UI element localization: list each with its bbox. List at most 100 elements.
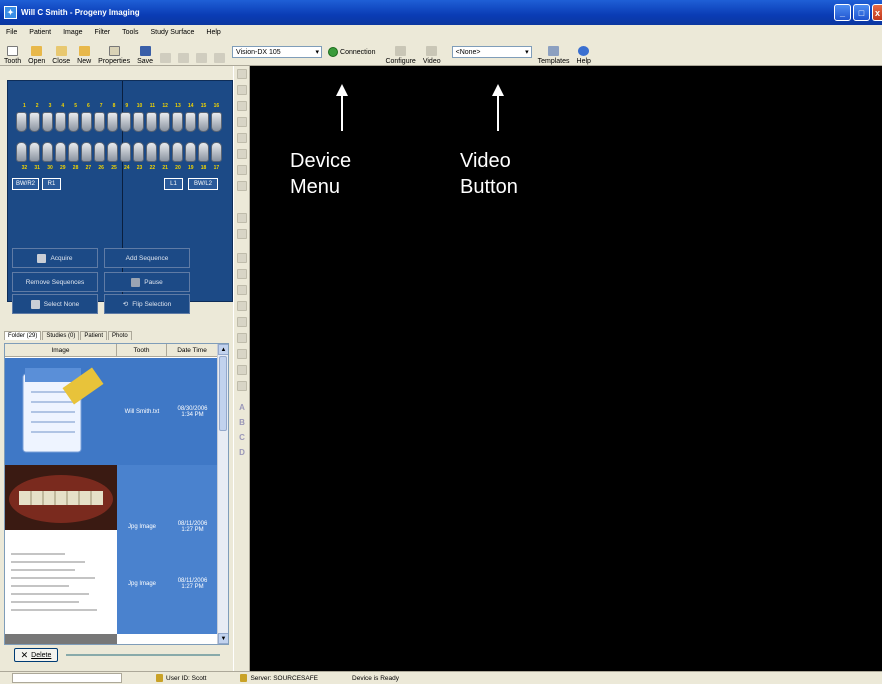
tooth-icon[interactable] — [55, 142, 66, 162]
tooth-number[interactable]: 3 — [44, 103, 57, 109]
tooth-icon[interactable] — [29, 112, 40, 132]
tooth-icon[interactable] — [94, 112, 105, 132]
bitewing-r1-button[interactable]: R1 — [42, 178, 61, 190]
tooth-icon[interactable] — [159, 112, 170, 132]
rotate-left-button[interactable] — [196, 40, 208, 65]
redo-button[interactable] — [178, 40, 190, 65]
tooth-icon[interactable] — [198, 142, 209, 162]
tooth-number[interactable]: 5 — [69, 103, 82, 109]
tool-pan-icon[interactable] — [237, 101, 247, 111]
tool-select-icon[interactable] — [237, 69, 247, 79]
tooth-number[interactable]: 2 — [31, 103, 44, 109]
tooth-icon[interactable] — [211, 142, 222, 162]
scroll-thumb[interactable] — [219, 356, 227, 431]
tooth-number[interactable]: 28 — [69, 165, 82, 171]
column-header-date[interactable]: Date Time — [167, 344, 218, 356]
tooth-icon[interactable] — [42, 112, 53, 132]
tool-sharpen-icon[interactable] — [237, 149, 247, 159]
bitewing-l2-button[interactable]: BW/L2 — [188, 178, 218, 190]
tooth-icon[interactable] — [185, 112, 196, 132]
tooth-number[interactable]: 7 — [95, 103, 108, 109]
tooth-number[interactable]: 12 — [159, 103, 172, 109]
tooth-number[interactable]: 20 — [172, 165, 185, 171]
tool-measure-icon[interactable] — [237, 213, 247, 223]
layout-a-button[interactable]: A — [237, 403, 247, 412]
scroll-up-icon[interactable]: ▲ — [218, 344, 228, 355]
column-header-image[interactable]: Image — [5, 344, 117, 356]
column-header-tooth[interactable]: Tooth — [117, 344, 167, 356]
tooth-icon[interactable] — [42, 142, 53, 162]
tooth-icon[interactable] — [94, 142, 105, 162]
menu-filter[interactable]: Filter — [95, 29, 111, 36]
tool-zoom-icon[interactable] — [237, 85, 247, 95]
tooth-icon[interactable] — [120, 112, 131, 132]
tooth-icon[interactable] — [172, 142, 183, 162]
tooth-number[interactable]: 18 — [197, 165, 210, 171]
properties-button[interactable]: Properties — [98, 40, 130, 65]
new-button[interactable]: New — [77, 40, 91, 65]
tool-pencil-icon[interactable] — [237, 301, 247, 311]
tool-angle-icon[interactable] — [237, 285, 247, 295]
tooth-number[interactable]: 4 — [56, 103, 69, 109]
tooth-icon[interactable] — [16, 112, 27, 132]
template-select[interactable]: <None> ▾ — [451, 46, 532, 58]
undo-button[interactable] — [160, 40, 172, 65]
table-row[interactable]: Will Smith.txt 08/30/2006 1:34 PM — [5, 358, 218, 465]
templates-button[interactable]: Templates — [538, 40, 570, 65]
bitewing-l1-button[interactable]: L1 — [164, 178, 183, 190]
tooth-number[interactable]: 22 — [146, 165, 159, 171]
tooth-number[interactable]: 19 — [184, 165, 197, 171]
tooth-icon[interactable] — [146, 112, 157, 132]
close-file-button[interactable]: Close — [52, 40, 70, 65]
tooth-number[interactable]: 26 — [95, 165, 108, 171]
tooth-icon[interactable] — [211, 112, 222, 132]
tooth-icon[interactable] — [185, 142, 196, 162]
layout-c-button[interactable]: C — [237, 433, 247, 442]
menu-tools[interactable]: Tools — [122, 29, 138, 36]
tooth-number[interactable]: 14 — [184, 103, 197, 109]
select-none-button[interactable]: Select None — [12, 294, 98, 314]
tooth-number[interactable]: 17 — [210, 165, 223, 171]
tooth-number[interactable]: 23 — [133, 165, 146, 171]
tooth-button[interactable]: Tooth — [4, 40, 21, 65]
tab-studies[interactable]: Studies (0) — [42, 331, 80, 340]
tooth-icon[interactable] — [159, 142, 170, 162]
tooth-number[interactable]: 9 — [120, 103, 133, 109]
tooth-icon[interactable] — [55, 112, 66, 132]
tooth-icon[interactable] — [172, 112, 183, 132]
menu-study-surface[interactable]: Study Surface — [150, 29, 194, 36]
tooth-icon[interactable] — [68, 112, 79, 132]
tooth-number[interactable]: 27 — [82, 165, 95, 171]
scroll-down-icon[interactable]: ▼ — [218, 633, 228, 644]
maximize-button[interactable]: □ — [853, 4, 870, 21]
grid-scrollbar[interactable]: ▲ ▼ — [217, 344, 228, 644]
tool-contrast-icon[interactable] — [237, 117, 247, 127]
tool-emboss-icon[interactable] — [237, 165, 247, 175]
save-button[interactable]: Save — [137, 40, 153, 65]
connection-button[interactable]: Connection — [328, 47, 375, 57]
tool-invert-icon[interactable] — [237, 133, 247, 143]
tab-photo[interactable]: Photo — [108, 331, 132, 340]
pause-button[interactable]: Pause — [104, 272, 190, 292]
tooth-number[interactable]: 32 — [18, 165, 31, 171]
tool-flag-icon[interactable] — [237, 333, 247, 343]
configure-button[interactable]: Configure — [385, 40, 416, 65]
tab-folder[interactable]: Folder (29) — [4, 331, 42, 340]
tooth-number[interactable]: 29 — [56, 165, 69, 171]
tooth-number[interactable]: 15 — [197, 103, 210, 109]
close-button[interactable]: x — [872, 4, 882, 21]
tooth-number[interactable]: 21 — [159, 165, 172, 171]
menu-file[interactable]: File — [6, 29, 17, 36]
tool-rotate-icon[interactable] — [237, 381, 247, 391]
tooth-icon[interactable] — [133, 112, 144, 132]
open-button[interactable]: Open — [28, 40, 45, 65]
minimize-button[interactable]: _ — [834, 4, 851, 21]
rotate-right-button[interactable] — [214, 40, 226, 65]
tooth-icon[interactable] — [107, 142, 118, 162]
tool-text-icon[interactable] — [237, 269, 247, 279]
tooth-number[interactable]: 1 — [18, 103, 31, 109]
menu-image[interactable]: Image — [63, 29, 82, 36]
layout-d-button[interactable]: D — [237, 448, 247, 457]
tooth-icon[interactable] — [68, 142, 79, 162]
tool-color-icon[interactable] — [237, 181, 247, 191]
